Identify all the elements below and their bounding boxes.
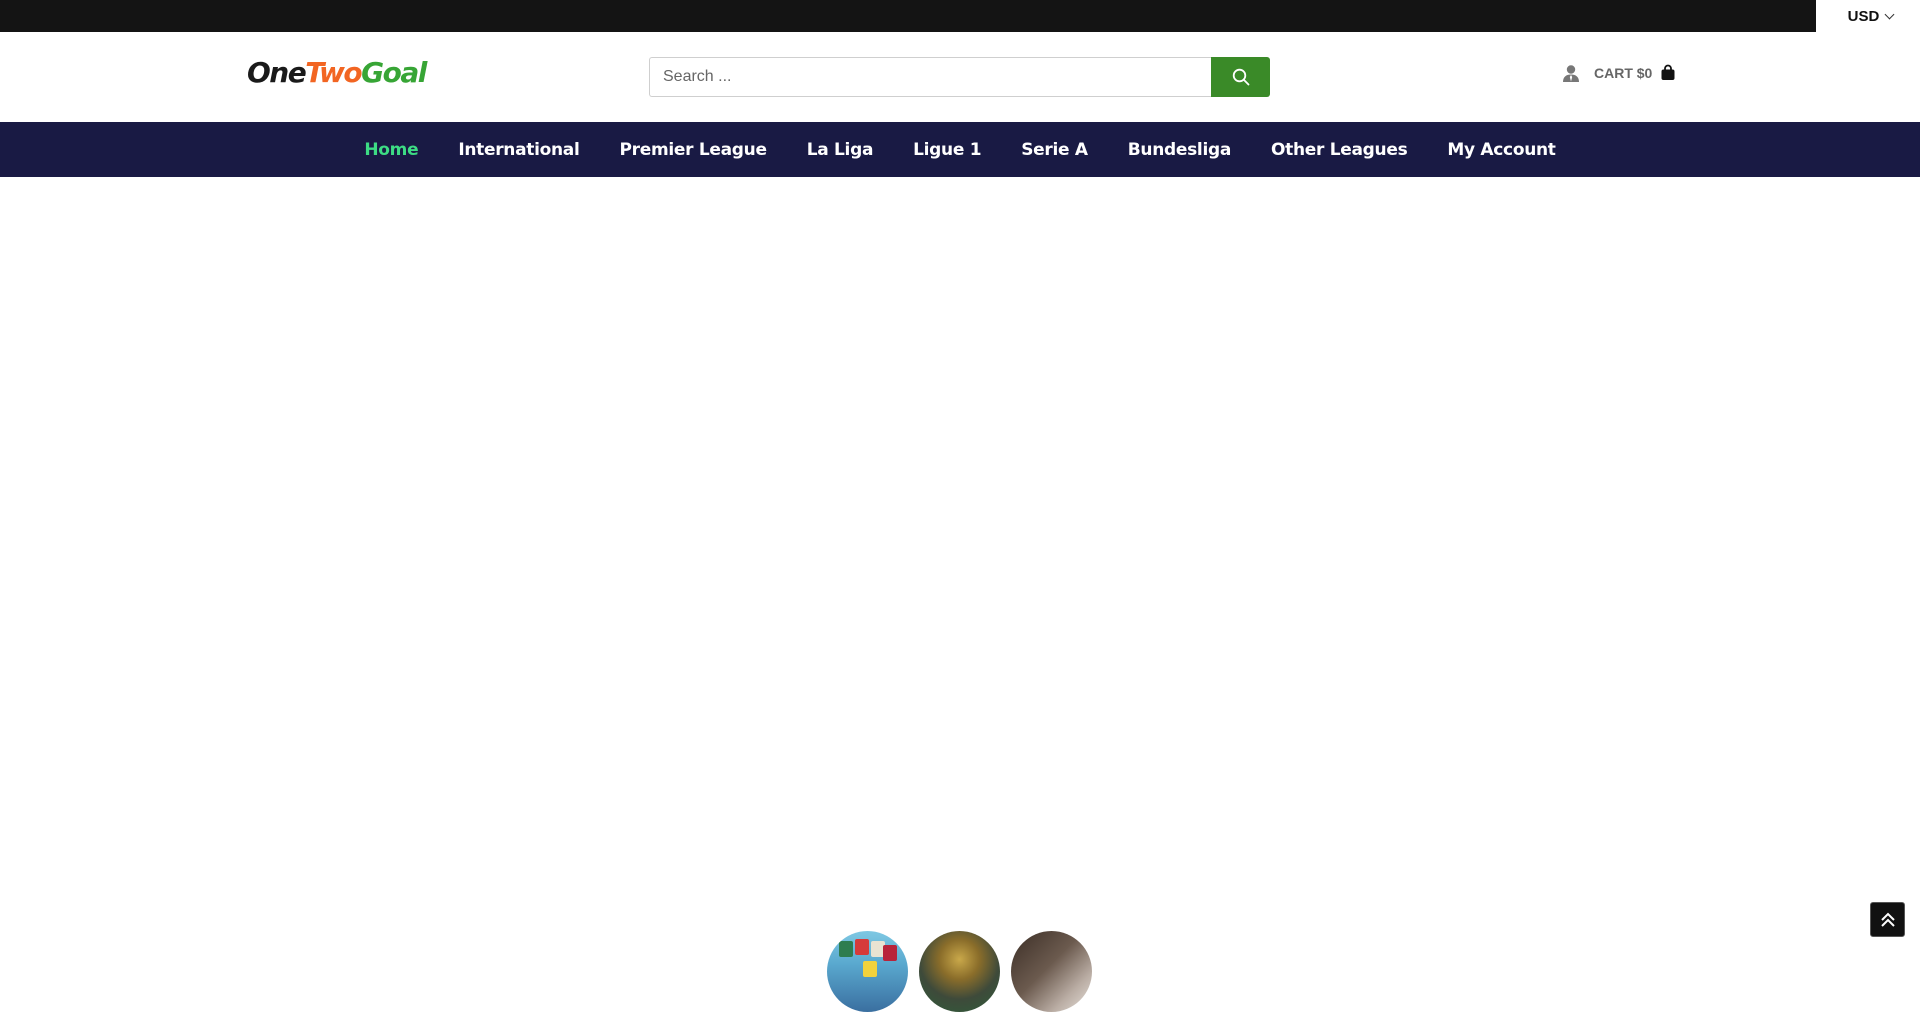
top-bar: USD (0, 0, 1920, 32)
search-icon (1232, 68, 1249, 86)
search-input[interactable] (649, 57, 1211, 97)
currency-label: USD (1847, 7, 1880, 25)
shopping-bag-icon (1661, 64, 1675, 80)
main-navigation: Home International Premier League La Lig… (0, 122, 1920, 177)
search-button[interactable] (1211, 57, 1270, 97)
user-icon (1563, 65, 1579, 82)
currency-selector[interactable]: USD (1816, 0, 1920, 32)
double-chevron-up-icon (1880, 912, 1895, 927)
nav-my-account[interactable]: My Account (1447, 140, 1556, 160)
category-lifestyle-image[interactable] (1011, 931, 1092, 1012)
nav-la-liga[interactable]: La Liga (807, 140, 874, 160)
category-trophy-image[interactable] (919, 931, 1000, 1012)
logo-goal: Goal (361, 56, 427, 89)
nav-serie-a[interactable]: Serie A (1021, 140, 1088, 160)
site-logo[interactable]: OneTwoGoal (247, 56, 427, 89)
nav-international[interactable]: International (458, 140, 579, 160)
nav-other-leagues[interactable]: Other Leagues (1271, 140, 1408, 160)
nav-ligue-1[interactable]: Ligue 1 (913, 140, 981, 160)
nav-bundesliga[interactable]: Bundesliga (1128, 140, 1232, 160)
category-circles (827, 931, 1092, 1012)
nav-home[interactable]: Home (364, 140, 418, 160)
search-form (649, 57, 1270, 97)
logo-one: One (247, 56, 307, 89)
category-jerseys-image[interactable] (827, 931, 908, 1012)
nav-premier-league[interactable]: Premier League (620, 140, 767, 160)
account-button[interactable] (1562, 64, 1580, 84)
logo-two: Two (305, 56, 362, 89)
cart-label: CART $0 (1594, 64, 1653, 81)
chevron-down-icon (1884, 9, 1895, 19)
scroll-to-top-button[interactable] (1870, 902, 1905, 937)
site-header: OneTwoGoal CART $0 (0, 32, 1920, 122)
cart-button[interactable]: CART $0 (1594, 64, 1676, 81)
